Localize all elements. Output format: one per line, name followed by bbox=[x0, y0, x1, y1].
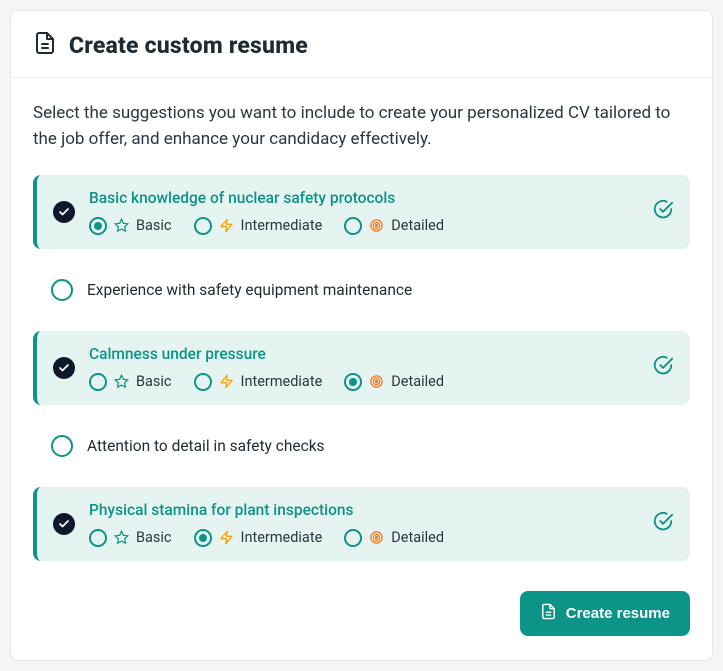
suggestion-list: Basic knowledge of nuclear safety protoc… bbox=[33, 175, 690, 561]
suggestion-title: Attention to detail in safety checks bbox=[87, 437, 674, 455]
level-detailed[interactable]: Detailed bbox=[344, 373, 444, 391]
radio-icon bbox=[194, 373, 212, 391]
button-label: Create resume bbox=[566, 605, 670, 622]
radio-icon bbox=[344, 529, 362, 547]
suggestion-content: Physical stamina for plant inspections B… bbox=[89, 501, 630, 547]
star-icon bbox=[114, 218, 129, 233]
suggestion-content: Attention to detail in safety checks bbox=[87, 437, 674, 455]
bolt-icon bbox=[219, 218, 234, 233]
intro-text: Select the suggestions you want to inclu… bbox=[33, 100, 690, 153]
suggestion-content: Basic knowledge of nuclear safety protoc… bbox=[89, 189, 630, 235]
radio-icon bbox=[89, 373, 107, 391]
level-detailed[interactable]: Detailed bbox=[344, 217, 444, 235]
radio-icon bbox=[194, 217, 212, 235]
radio-icon bbox=[194, 529, 212, 547]
page-title: Create custom resume bbox=[69, 32, 308, 59]
suggestion-title: Experience with safety equipment mainten… bbox=[87, 281, 674, 299]
footer: Create resume bbox=[33, 591, 690, 636]
suggestion-item[interactable]: Basic knowledge of nuclear safety protoc… bbox=[33, 175, 690, 249]
check-icon[interactable] bbox=[53, 513, 75, 535]
level-basic[interactable]: Basic bbox=[89, 529, 172, 547]
check-icon[interactable] bbox=[51, 435, 73, 457]
bolt-icon bbox=[219, 530, 234, 545]
level-intermediate[interactable]: Intermediate bbox=[194, 217, 323, 235]
create-resume-button[interactable]: Create resume bbox=[520, 591, 690, 636]
level-intermediate[interactable]: Intermediate bbox=[194, 373, 323, 391]
level-label: Detailed bbox=[391, 373, 444, 390]
suggestion-title: Basic knowledge of nuclear safety protoc… bbox=[89, 189, 630, 207]
checkmark-circle-icon bbox=[652, 199, 674, 225]
suggestion-item[interactable]: Attention to detail in safety checks bbox=[33, 421, 690, 471]
star-icon bbox=[114, 374, 129, 389]
target-icon bbox=[369, 530, 384, 545]
level-label: Intermediate bbox=[241, 217, 323, 234]
document-icon bbox=[540, 603, 557, 624]
resume-card: Create custom resume Select the suggesti… bbox=[10, 10, 713, 661]
suggestion-title: Calmness under pressure bbox=[89, 345, 630, 363]
checkmark-circle-icon bbox=[652, 355, 674, 381]
suggestion-content: Experience with safety equipment mainten… bbox=[87, 281, 674, 299]
radio-icon bbox=[89, 529, 107, 547]
suggestion-item[interactable]: Calmness under pressure Basic bbox=[33, 331, 690, 405]
level-group: Basic Intermediate bbox=[89, 217, 630, 235]
level-label: Basic bbox=[136, 217, 172, 234]
radio-icon bbox=[344, 373, 362, 391]
level-label: Intermediate bbox=[241, 373, 323, 390]
suggestion-item[interactable]: Physical stamina for plant inspections B… bbox=[33, 487, 690, 561]
check-icon[interactable] bbox=[53, 357, 75, 379]
suggestion-title: Physical stamina for plant inspections bbox=[89, 501, 630, 519]
level-intermediate[interactable]: Intermediate bbox=[194, 529, 323, 547]
target-icon bbox=[369, 374, 384, 389]
level-group: Basic Intermediate bbox=[89, 529, 630, 547]
level-detailed[interactable]: Detailed bbox=[344, 529, 444, 547]
star-icon bbox=[114, 530, 129, 545]
suggestion-item[interactable]: Experience with safety equipment mainten… bbox=[33, 265, 690, 315]
level-label: Basic bbox=[136, 373, 172, 390]
card-header: Create custom resume bbox=[11, 11, 712, 78]
level-label: Basic bbox=[136, 529, 172, 546]
bolt-icon bbox=[219, 374, 234, 389]
checkmark-circle-icon bbox=[652, 511, 674, 537]
level-group: Basic Intermediate bbox=[89, 373, 630, 391]
level-label: Detailed bbox=[391, 529, 444, 546]
card-body: Select the suggestions you want to inclu… bbox=[11, 78, 712, 660]
document-icon bbox=[33, 31, 57, 59]
radio-icon bbox=[89, 217, 107, 235]
level-label: Detailed bbox=[391, 217, 444, 234]
check-icon[interactable] bbox=[53, 201, 75, 223]
target-icon bbox=[369, 218, 384, 233]
level-basic[interactable]: Basic bbox=[89, 373, 172, 391]
suggestion-content: Calmness under pressure Basic bbox=[89, 345, 630, 391]
level-label: Intermediate bbox=[241, 529, 323, 546]
check-icon[interactable] bbox=[51, 279, 73, 301]
radio-icon bbox=[344, 217, 362, 235]
level-basic[interactable]: Basic bbox=[89, 217, 172, 235]
